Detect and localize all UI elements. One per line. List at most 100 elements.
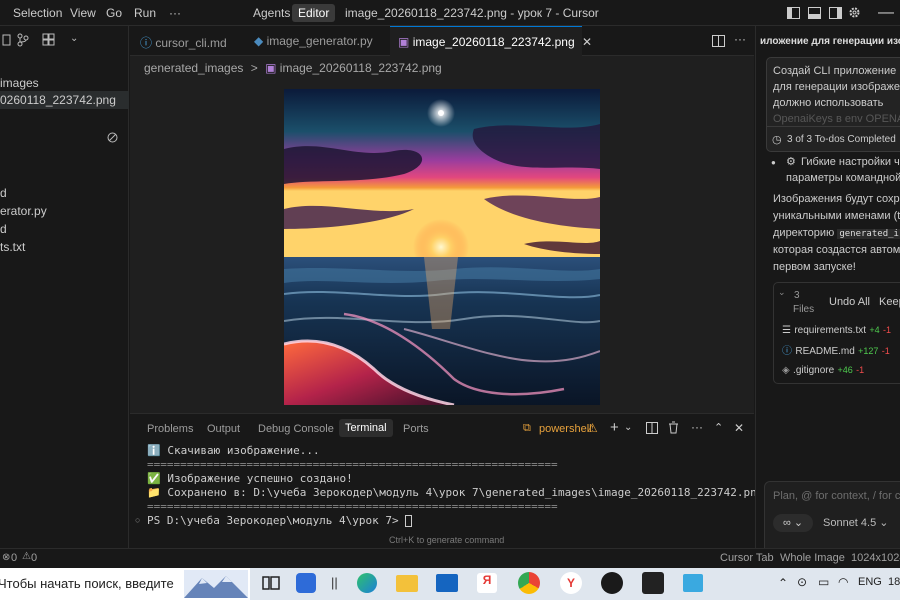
- toggle-secondary-sidebar-icon[interactable]: [829, 7, 842, 19]
- mode-selector[interactable]: ∞ ⌄: [773, 514, 813, 532]
- chevron-down-icon[interactable]: ⌄: [624, 422, 632, 433]
- minimize-icon[interactable]: —: [878, 4, 894, 22]
- breadcrumb-file[interactable]: image_20260118_223742.png: [280, 61, 442, 75]
- location-icon[interactable]: ⊙: [797, 575, 807, 589]
- more-actions-icon[interactable]: ···: [691, 420, 703, 434]
- task-view-icon[interactable]: [262, 574, 280, 592]
- lines-added: +127: [858, 346, 879, 356]
- tree-item-folder[interactable]: images: [0, 76, 39, 90]
- notepad-icon[interactable]: [683, 574, 703, 592]
- cursor-app-icon[interactable]: [642, 572, 664, 594]
- yandex-icon[interactable]: Я: [477, 573, 497, 593]
- yandex-browser-icon[interactable]: Y: [560, 572, 582, 594]
- terminal-cursor: [405, 515, 413, 527]
- menu-more[interactable]: ···: [169, 6, 181, 20]
- file-explorer-icon[interactable]: [396, 575, 418, 592]
- edge-icon[interactable]: [357, 573, 377, 593]
- terminal-line: ℹ️ Скачиваю изображение...: [147, 444, 320, 457]
- menu-selection[interactable]: Selection: [13, 6, 62, 20]
- chevron-down-icon[interactable]: ⌄: [778, 287, 786, 298]
- errors-icon[interactable]: ⊗: [2, 552, 10, 563]
- changed-file-row[interactable]: ☰ requirements.txt +4 -1: [782, 322, 891, 336]
- paragraph-line: директорию generated_i: [773, 227, 900, 239]
- keep-button[interactable]: Keep: [879, 296, 900, 308]
- chrome-icon[interactable]: [518, 572, 540, 594]
- terminal-prompt[interactable]: PS D:\учеба Зерокодер\модуль 4\урок 7>: [147, 514, 413, 527]
- battery-icon[interactable]: ▭: [818, 575, 829, 589]
- menu-view[interactable]: View: [70, 6, 96, 20]
- new-terminal-icon[interactable]: +: [610, 419, 619, 436]
- status-bar: ⊗ 0 ⚠ 0 Cursor Tab Whole Image 1024x1024: [0, 548, 900, 568]
- changed-file-row[interactable]: ◈ .gitignore +46 -1: [782, 362, 864, 376]
- terminal-separator: ========================================…: [147, 500, 558, 513]
- model-selector[interactable]: Sonnet 4.5 ⌄: [823, 516, 889, 529]
- agents-toggle[interactable]: Agents: [247, 4, 296, 22]
- whole-image-status[interactable]: Whole Image: [780, 552, 845, 564]
- panel-tab-debug-console[interactable]: Debug Console: [258, 423, 334, 435]
- trash-icon[interactable]: [668, 421, 679, 434]
- toggle-panel-icon[interactable]: [808, 7, 821, 19]
- more-actions-icon[interactable]: ···: [734, 32, 746, 46]
- chat-input-box[interactable]: Plan, @ for context, / for co ∞ ⌄ Sonnet…: [764, 481, 900, 548]
- chevron-up-icon[interactable]: ⌃: [778, 576, 788, 590]
- toggle-sidebar-icon[interactable]: [787, 7, 800, 19]
- tree-item-file[interactable]: erator.py: [0, 204, 47, 218]
- tab-label: image_generator.py: [266, 34, 373, 48]
- lines-added: +4: [869, 325, 880, 335]
- tree-item-file[interactable]: d: [0, 222, 7, 236]
- tab-image-generator[interactable]: ◆ image_generator.py: [254, 26, 394, 56]
- changed-files-card: ⌄ 3 Files Undo All Keep ☰ requirements.t…: [773, 282, 900, 384]
- mail-icon[interactable]: [436, 574, 458, 592]
- bullet-icon: ●: [771, 158, 776, 167]
- search-app-icon[interactable]: [296, 573, 316, 593]
- split-editor-icon[interactable]: [712, 35, 725, 47]
- copy-icon[interactable]: [2, 34, 12, 46]
- tree-item-selected[interactable]: 0260118_223742.png: [0, 91, 129, 109]
- panel-tab-ports[interactable]: Ports: [403, 423, 429, 435]
- language-indicator[interactable]: ENG: [858, 576, 882, 588]
- extensions-icon[interactable]: [42, 33, 55, 46]
- paragraph-line: Изображения будут сохра: [773, 193, 900, 205]
- user-message-line: Создай CLI приложение на: [773, 65, 900, 77]
- split-terminal-icon[interactable]: [646, 422, 658, 434]
- mountain-search-highlight-icon: [184, 570, 248, 598]
- breadcrumb: generated_images > ▣ image_20260118_2237…: [144, 61, 442, 75]
- menu-run[interactable]: Run: [134, 6, 156, 20]
- image-icon: ▣: [398, 35, 410, 49]
- wifi-icon[interactable]: ◠: [838, 575, 848, 589]
- shell-label[interactable]: powershell: [539, 423, 592, 435]
- maximize-panel-icon[interactable]: ⌃: [714, 421, 723, 434]
- tree-item-file[interactable]: ts.txt: [0, 240, 25, 254]
- chevron-down-icon[interactable]: ⌄: [70, 33, 78, 44]
- cursor-tab-status[interactable]: Cursor Tab: [720, 552, 774, 564]
- warning-icon[interactable]: ⚠: [22, 551, 31, 562]
- panel-tab-terminal[interactable]: Terminal: [339, 419, 393, 437]
- close-panel-icon[interactable]: ✕: [734, 421, 744, 435]
- user-message-line: для генерации изображени: [773, 81, 900, 93]
- model-label: Sonnet 4.5: [823, 517, 877, 529]
- changed-file-row[interactable]: ⓘ README.md +127 -1: [782, 342, 890, 357]
- tab-cursor-cli[interactable]: ⓘ cursor_cli.md: [140, 26, 260, 56]
- breadcrumb-folder[interactable]: generated_images: [144, 61, 243, 75]
- editor-toggle[interactable]: Editor: [292, 4, 336, 22]
- cursor-agent-icon[interactable]: [601, 572, 623, 594]
- warnings-count: 0: [31, 552, 38, 564]
- tab-image-file[interactable]: ▣ image_20260118_223742.png ✕: [390, 26, 592, 56]
- gear-icon[interactable]: [848, 6, 861, 19]
- todos-status[interactable]: 3 of 3 To-dos Completed: [787, 134, 896, 145]
- infinity-icon: ∞: [782, 517, 791, 529]
- close-icon[interactable]: ✕: [582, 35, 592, 49]
- panel-tab-problems[interactable]: Problems: [147, 423, 193, 435]
- clock[interactable]: 18: [888, 576, 900, 588]
- tab-label: image_20260118_223742.png: [412, 35, 575, 49]
- terminal-separator: ========================================…: [147, 458, 558, 471]
- user-message-line: должно использовать: [773, 97, 884, 109]
- source-control-icon[interactable]: [17, 33, 29, 47]
- user-message-bubble[interactable]: Создай CLI приложение на для генерации и…: [766, 57, 900, 152]
- panel-tab-output[interactable]: Output: [207, 423, 240, 435]
- menu-go[interactable]: Go: [106, 6, 122, 20]
- tree-item-file[interactable]: d: [0, 186, 7, 200]
- list-icon: ☰: [782, 325, 791, 336]
- undo-all-button[interactable]: Undo All: [829, 296, 870, 308]
- taskbar-search-box[interactable]: Чтобы начать поиск, введите: [0, 568, 250, 600]
